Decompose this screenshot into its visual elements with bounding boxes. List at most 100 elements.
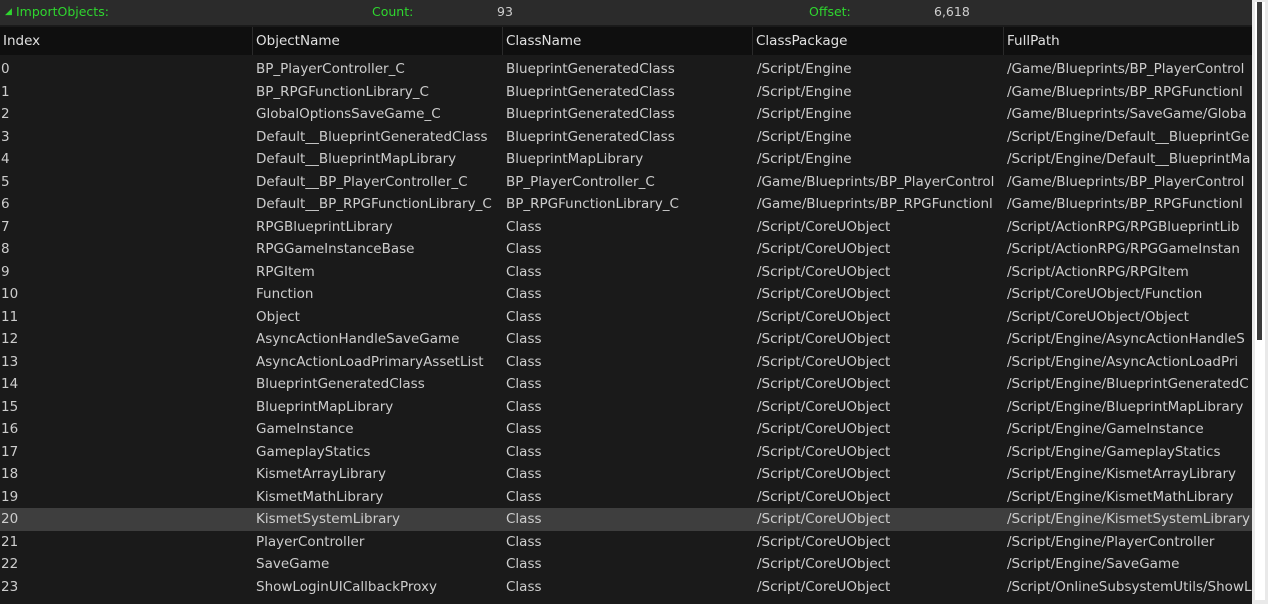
table-row[interactable]: 5 Default__BP_PlayerController_C BP_Player…: [0, 171, 1252, 194]
table-row[interactable]: 17 GameplayStatics Class/Script/CoreUObjec…: [0, 441, 1252, 464]
cell-objectname: SaveGame: [256, 556, 330, 572]
cell-index: 12: [1, 331, 19, 347]
cell-index: 10: [1, 286, 19, 302]
section-title[interactable]: ImportObjects:: [16, 4, 109, 19]
table-row[interactable]: 19 KismetMathLibrary Class/Script/CoreUObj…: [0, 486, 1252, 509]
table-row[interactable]: 16 GameInstance Class/Script/CoreUObject/S…: [0, 418, 1252, 441]
table-row[interactable]: 1 BP_RPGFunctionLibrary_C BlueprintGenerat…: [0, 81, 1252, 104]
table-row[interactable]: 0 BP_PlayerController_C BlueprintGenerated…: [0, 58, 1252, 81]
cell-classname: Class: [506, 466, 542, 482]
column-header-index[interactable]: Index: [0, 27, 252, 55]
table-row[interactable]: 15 BlueprintMapLibrary Class/Script/CoreUO…: [0, 396, 1252, 419]
table-row[interactable]: 23 ShowLoginUICallbackProxy Class/Script/C…: [0, 576, 1252, 599]
cell-fullpath: /Game/Blueprints/BP_PlayerControl: [1007, 173, 1245, 190]
cell-objectname: GlobalOptionsSaveGame_C: [256, 106, 441, 122]
table-row[interactable]: 6 Default__BP_RPGFunctionLibrary_C BP_RPGF…: [0, 193, 1252, 216]
cell-classname: Class: [506, 556, 542, 572]
cell-classpackage: /Script/CoreUObject: [757, 488, 891, 505]
cell-index: 3: [1, 128, 10, 145]
cell-index: 21: [1, 533, 19, 550]
cell-objectname: KismetSystemLibrary: [256, 511, 400, 527]
scrollbar-thumb[interactable]: [1257, 2, 1262, 340]
cell-classname: Class: [506, 488, 542, 505]
cell-objectname: BlueprintGeneratedClass: [256, 376, 425, 392]
cell-fullpath: /Script/Engine/GameplayStatics: [1007, 443, 1221, 460]
cell-index: 23: [1, 578, 19, 595]
cell-classname: Class: [506, 263, 542, 280]
table-row[interactable]: 21 PlayerController Class/Script/CoreUObje…: [0, 531, 1252, 554]
cell-classpackage: /Script/CoreUObject: [757, 376, 891, 392]
cell-index: 13: [1, 353, 19, 370]
table-row[interactable]: 20 KismetSystemLibrary Class/Script/CoreUO…: [0, 508, 1252, 531]
table-row[interactable]: 2 GlobalOptionsSaveGame_C BlueprintGenerat…: [0, 103, 1252, 126]
cell-classpackage: /Script/CoreUObject: [757, 556, 891, 572]
cell-index: 4: [1, 151, 10, 167]
cell-index: 6: [1, 196, 10, 212]
column-header-objectname[interactable]: ObjectName: [252, 27, 502, 55]
cell-fullpath: /Game/Blueprints/BP_PlayerControl: [1007, 61, 1245, 77]
cell-fullpath: /Script/Engine/Default__BlueprintMa: [1007, 151, 1251, 167]
cell-objectname: ShowLoginUICallbackProxy: [256, 578, 437, 595]
table-body: 0 BP_PlayerController_C BlueprintGenerated…: [0, 58, 1252, 604]
cell-objectname: AsyncActionLoadPrimaryAssetList: [256, 353, 484, 370]
table-row[interactable]: 22 SaveGame Class/Script/CoreUObject/Scrip…: [0, 553, 1252, 576]
offset-value: 6,618: [934, 4, 970, 19]
cell-objectname: RPGGameInstanceBase: [256, 241, 415, 257]
cell-classname: Class: [506, 443, 542, 460]
cell-classname: Class: [506, 353, 542, 370]
table-row[interactable]: 10 Function Class/Script/CoreUObject/Scrip…: [0, 283, 1252, 306]
cell-objectname: GameInstance: [256, 421, 354, 437]
table-row[interactable]: 3 Default__BlueprintGeneratedClass Bluepri…: [0, 126, 1252, 149]
table-row[interactable]: 12 AsyncActionHandleSaveGame Class/Script/…: [0, 328, 1252, 351]
cell-classname: BlueprintGeneratedClass: [506, 61, 675, 77]
cell-index: 15: [1, 398, 19, 415]
table-row[interactable]: 14 BlueprintGeneratedClass Class/Script/Co…: [0, 373, 1252, 396]
cell-objectname: KismetArrayLibrary: [256, 466, 386, 482]
cell-objectname: Default__BP_RPGFunctionLibrary_C: [256, 196, 492, 212]
cell-objectname: AsyncActionHandleSaveGame: [256, 331, 460, 347]
cell-classpackage: /Script/CoreUObject: [757, 578, 891, 595]
column-header-fullpath[interactable]: FullPath: [1003, 27, 1252, 55]
cell-classpackage: /Script/CoreUObject: [757, 511, 891, 527]
cell-classpackage: /Game/Blueprints/BP_RPGFunctionl: [757, 196, 993, 212]
cell-classpackage: /Script/CoreUObject: [757, 398, 891, 415]
cell-classname: BlueprintMapLibrary: [506, 151, 644, 167]
cell-index: 11: [1, 308, 19, 325]
table-row[interactable]: 11 Object Class/Script/CoreUObject/Script/…: [0, 306, 1252, 329]
cell-classname: Class: [506, 421, 542, 437]
cell-objectname: RPGBlueprintLibrary: [256, 218, 393, 235]
table-row[interactable]: 8 RPGGameInstanceBase Class/Script/CoreUOb…: [0, 238, 1252, 261]
table-row[interactable]: 13 AsyncActionLoadPrimaryAssetList Class/S…: [0, 351, 1252, 374]
cell-classpackage: /Script/CoreUObject: [757, 466, 891, 482]
cell-classname: Class: [506, 376, 542, 392]
table-row[interactable]: 7 RPGBlueprintLibrary Class/Script/CoreUOb…: [0, 216, 1252, 239]
cell-classpackage: /Game/Blueprints/BP_PlayerControl: [757, 173, 995, 190]
cell-classname: Class: [506, 331, 542, 347]
table-row[interactable]: 4 Default__BlueprintMapLibrary BlueprintMa…: [0, 148, 1252, 171]
cell-objectname: BP_PlayerController_C: [256, 61, 405, 77]
cell-objectname: Default__BP_PlayerController_C: [256, 173, 468, 190]
collapse-arrow-icon[interactable]: ◢: [5, 7, 12, 17]
count-value: 93: [497, 4, 513, 19]
cell-objectname: Default__BlueprintGeneratedClass: [256, 128, 488, 145]
cell-fullpath: /Script/Engine/KismetArrayLibrary: [1007, 466, 1237, 482]
cell-fullpath: /Script/Engine/BlueprintMapLibrary: [1007, 398, 1244, 415]
cell-fullpath: /Script/Engine/AsyncActionHandleS: [1007, 331, 1245, 347]
cell-classpackage: /Script/CoreUObject: [757, 443, 891, 460]
cell-classpackage: /Script/Engine: [757, 128, 852, 145]
column-header-classname[interactable]: ClassName: [502, 27, 752, 55]
cell-fullpath: /Script/Engine/KismetMathLibrary: [1007, 488, 1234, 505]
vertical-scrollbar[interactable]: [1252, 0, 1268, 604]
cell-index: 7: [1, 218, 10, 235]
cell-classpackage: /Script/CoreUObject: [757, 533, 891, 550]
cell-classpackage: /Script/CoreUObject: [757, 421, 891, 437]
table-row[interactable]: 18 KismetArrayLibrary Class/Script/CoreUOb…: [0, 463, 1252, 486]
table-header: Index ObjectName ClassName ClassPackage …: [0, 27, 1252, 55]
cell-classname: Class: [506, 286, 542, 302]
table-row[interactable]: 9 RPGItem Class/Script/CoreUObject/Script/…: [0, 261, 1252, 284]
cell-index: 8: [1, 241, 10, 257]
cell-fullpath: /Game/Blueprints/BP_RPGFunctionl: [1007, 83, 1243, 100]
cell-objectname: RPGItem: [256, 263, 315, 280]
cell-objectname: GameplayStatics: [256, 443, 371, 460]
column-header-classpackage[interactable]: ClassPackage: [752, 27, 1003, 55]
